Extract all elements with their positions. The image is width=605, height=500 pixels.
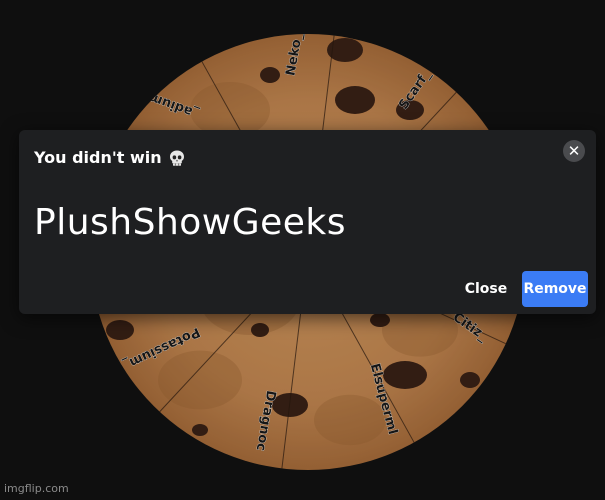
chocolate-chip <box>106 320 134 340</box>
result-name: PlushShowGeeks <box>34 202 347 243</box>
chocolate-chip <box>260 67 280 83</box>
result-dialog: You didn't win ✕ PlushShowGeeks Close Re… <box>19 130 596 314</box>
chocolate-chip <box>460 372 480 388</box>
watermark: imgflip.com <box>4 482 69 495</box>
chocolate-chip <box>383 361 427 389</box>
chocolate-chip <box>192 424 208 436</box>
close-button[interactable]: Close <box>460 271 512 307</box>
chocolate-chip <box>370 313 390 327</box>
chocolate-chip <box>335 86 375 114</box>
cookie-texture <box>314 394 386 446</box>
skull-icon <box>168 149 186 167</box>
chocolate-chip <box>251 323 269 337</box>
dialog-title: You didn't win <box>34 148 186 167</box>
dialog-title-text: You didn't win <box>34 148 162 167</box>
close-icon[interactable]: ✕ <box>563 140 585 162</box>
remove-button[interactable]: Remove <box>522 271 588 307</box>
